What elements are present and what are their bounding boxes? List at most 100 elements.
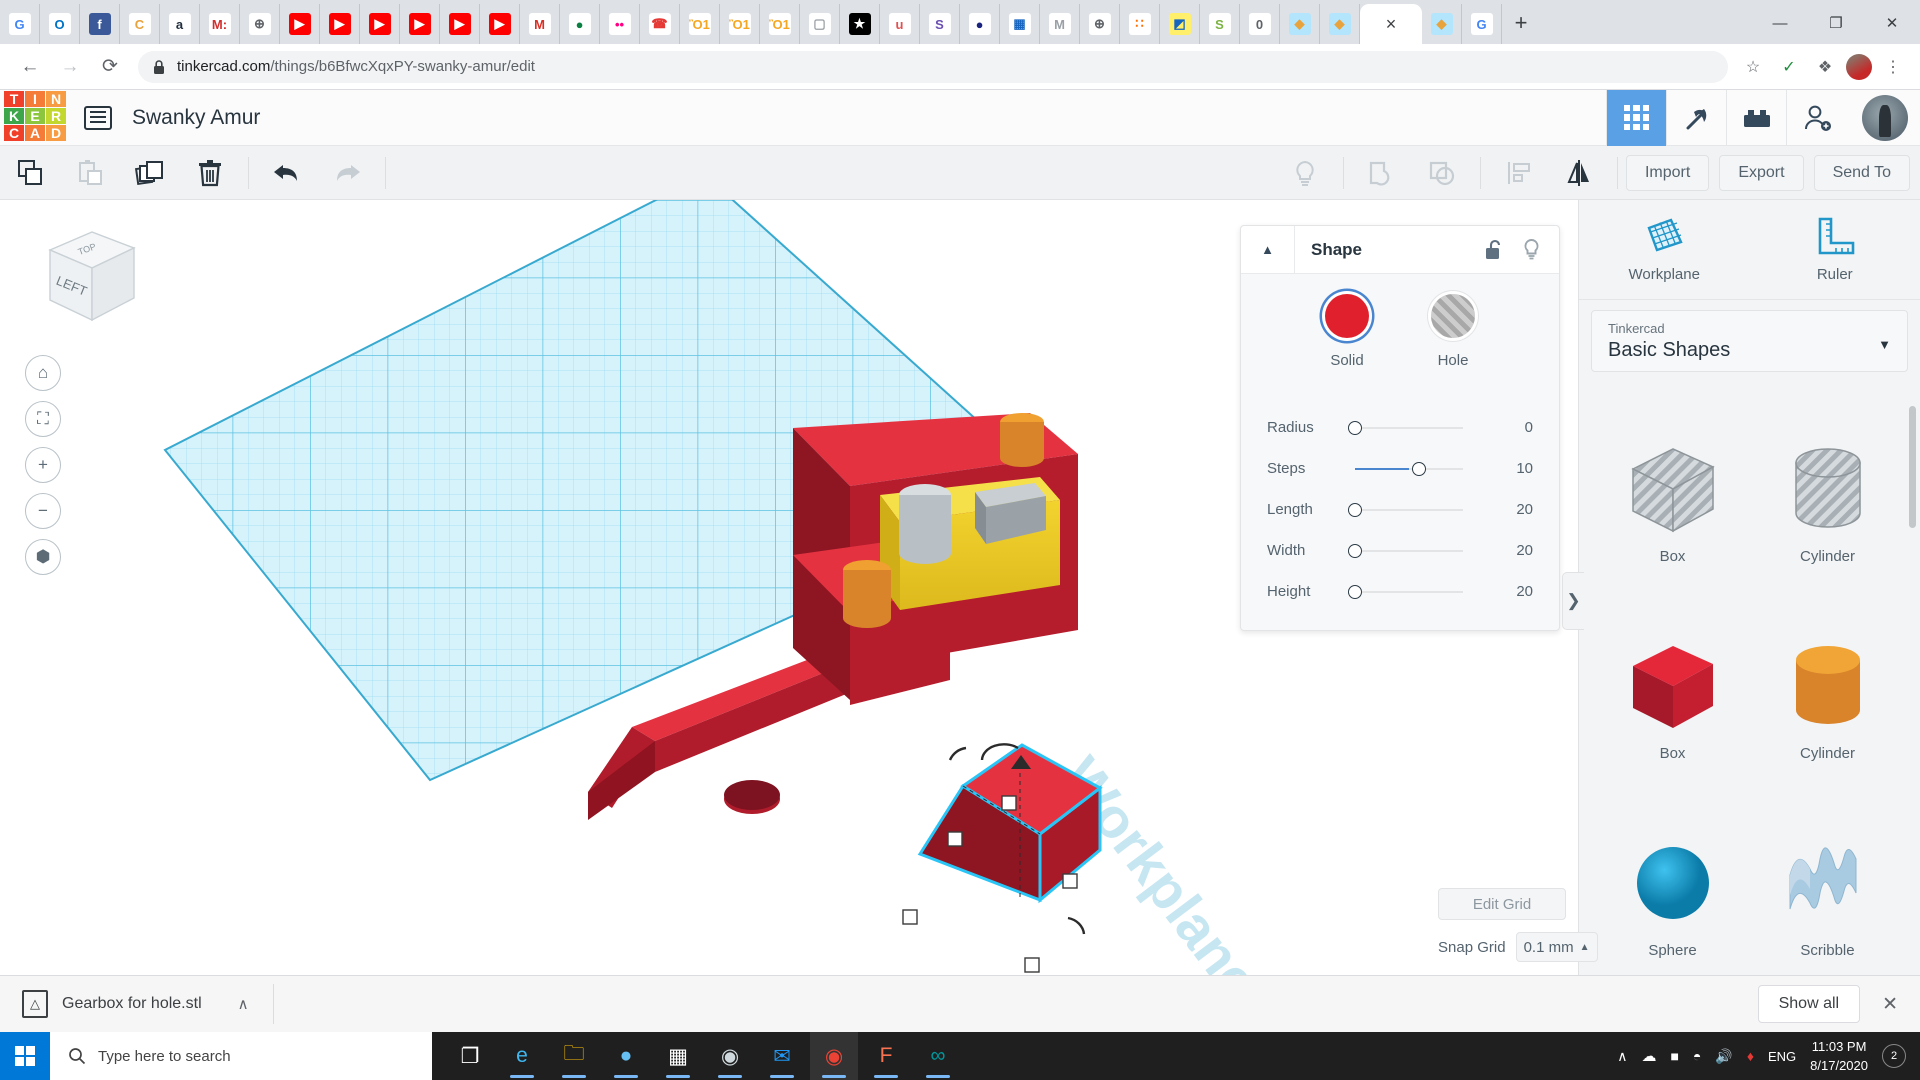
align-button[interactable]: [1489, 146, 1549, 200]
collapse-panel-button[interactable]: ▲: [1241, 226, 1295, 274]
slider-knob[interactable]: [1348, 421, 1362, 435]
library-shape-hole-cylinder[interactable]: Cylinder: [1750, 404, 1905, 601]
outlook-tab[interactable]: O: [40, 4, 80, 44]
dashboard-grid-button[interactable]: [1606, 90, 1666, 146]
invite-people-button[interactable]: [1786, 90, 1846, 146]
globe-tab[interactable]: ⊕: [240, 4, 280, 44]
task-view-button[interactable]: ❐: [446, 1032, 494, 1080]
ortho-perspective-button[interactable]: ⬢: [25, 539, 61, 575]
zero-tab[interactable]: 0: [1240, 4, 1280, 44]
orange-dots-tab[interactable]: ∷: [1120, 4, 1160, 44]
library-shape-scribble[interactable]: Scribble: [1750, 798, 1905, 975]
shape-collection-dropdown[interactable]: Tinkercad Basic Shapes ▼: [1591, 310, 1908, 372]
hole-mode-option[interactable]: Hole: [1431, 294, 1475, 369]
star-tab[interactable]: ★: [840, 4, 880, 44]
library-shape-hole-box[interactable]: Box: [1595, 404, 1750, 601]
codeblocks-button[interactable]: [1666, 90, 1726, 146]
design-title[interactable]: Swanky Amur: [132, 106, 260, 130]
volume-icon[interactable]: 🔊: [1715, 1048, 1732, 1065]
dropbox-icon[interactable]: ♦: [1747, 1048, 1754, 1064]
tray-overflow-icon[interactable]: ∧: [1617, 1048, 1627, 1065]
phone-app-tab[interactable]: ☎: [640, 4, 680, 44]
zoom-in-button[interactable]: +: [25, 447, 61, 483]
chevron-down-icon[interactable]: ▼: [1878, 337, 1891, 352]
library-collapse-toggle[interactable]: ❯: [1562, 572, 1584, 630]
amazon-tab[interactable]: a: [160, 4, 200, 44]
onedrive-icon[interactable]: ☁: [1641, 1047, 1656, 1065]
taskbar-search[interactable]: Type here to search: [50, 1032, 432, 1080]
edit-grid-button[interactable]: Edit Grid: [1438, 888, 1566, 920]
show-all-downloads-button[interactable]: Show all: [1758, 985, 1860, 1023]
m-tab[interactable]: M:: [200, 4, 240, 44]
paste-button[interactable]: [60, 146, 120, 200]
import-button[interactable]: Import: [1626, 155, 1709, 191]
property-value-length[interactable]: 20: [1485, 501, 1533, 518]
arduino-app[interactable]: ∞: [914, 1032, 962, 1080]
graduation-tab[interactable]: ●: [960, 4, 1000, 44]
library-shape-solid-sphere[interactable]: Sphere: [1595, 798, 1750, 975]
back-button[interactable]: ←: [12, 49, 48, 85]
design-list-icon[interactable]: [84, 106, 112, 130]
device-tab[interactable]: ▢: [800, 4, 840, 44]
forward-button[interactable]: →: [52, 49, 88, 85]
language-indicator[interactable]: ENG: [1768, 1049, 1796, 1064]
s-box-tab[interactable]: S: [920, 4, 960, 44]
youtube-tab-3[interactable]: ▶: [360, 4, 400, 44]
send-to-button[interactable]: Send To: [1814, 155, 1910, 191]
slider-length[interactable]: [1345, 500, 1485, 520]
bulb-icon[interactable]: [1522, 238, 1541, 261]
extensions-puzzle-icon[interactable]: ❖: [1810, 52, 1840, 82]
unlock-icon[interactable]: [1484, 239, 1504, 261]
background-assembly[interactable]: [793, 413, 1078, 705]
bookmark-star-icon[interactable]: ☆: [1738, 52, 1768, 82]
delete-button[interactable]: [180, 146, 240, 200]
store-app[interactable]: ▦: [654, 1032, 702, 1080]
zoom-out-button[interactable]: −: [25, 493, 61, 529]
yellow-map-tab[interactable]: ◩: [1160, 4, 1200, 44]
property-value-width[interactable]: 20: [1485, 542, 1533, 559]
google-translate-tab[interactable]: G: [0, 4, 40, 44]
google-tab-last[interactable]: G: [1462, 4, 1502, 44]
download-menu-icon[interactable]: ∧: [238, 995, 249, 1013]
tinkercad-tab-next[interactable]: ◆: [1422, 4, 1462, 44]
close-tab-icon[interactable]: ×: [1386, 15, 1397, 33]
u-script-tab[interactable]: u: [880, 4, 920, 44]
property-value-radius[interactable]: 0: [1485, 419, 1533, 436]
extension-check-icon[interactable]: ✓: [1774, 52, 1804, 82]
light-button[interactable]: [1275, 146, 1335, 200]
library-shape-solid-cylinder[interactable]: Cylinder: [1750, 601, 1905, 798]
ungroup-button[interactable]: [1412, 146, 1472, 200]
export-button[interactable]: Export: [1719, 155, 1803, 191]
battery-icon[interactable]: ■: [1670, 1048, 1678, 1064]
file-explorer-app[interactable]: 🗀: [550, 1032, 598, 1080]
address-bar[interactable]: tinkercad.com/things/b6BfwcXqxPY-swanky-…: [138, 51, 1728, 83]
fit-view-button[interactable]: ⛶: [25, 401, 61, 437]
font-app[interactable]: F: [862, 1032, 910, 1080]
facebook-tab[interactable]: f: [80, 4, 120, 44]
copy-button[interactable]: [0, 146, 60, 200]
home-view-button[interactable]: ⌂: [25, 355, 61, 391]
steam-app[interactable]: ●: [602, 1032, 650, 1080]
chrome-menu-icon[interactable]: ⋮: [1878, 52, 1908, 82]
ruler-tool[interactable]: Ruler: [1750, 200, 1920, 299]
view-cube[interactable]: TOP LEFT: [22, 220, 152, 335]
maximize-button[interactable]: ❐: [1808, 4, 1864, 42]
group-button[interactable]: [1352, 146, 1412, 200]
slider-height[interactable]: [1345, 582, 1485, 602]
slider-knob[interactable]: [1348, 503, 1362, 517]
mirror-button[interactable]: [1549, 146, 1609, 200]
wifi-icon[interactable]: ◓: [1693, 1048, 1701, 1064]
user-avatar[interactable]: [1862, 95, 1908, 141]
tinkercad-tab-2[interactable]: ◆: [1320, 4, 1360, 44]
youtube-tab-4[interactable]: ▶: [400, 4, 440, 44]
mail-app[interactable]: ✉: [758, 1032, 806, 1080]
youtube-tab-1[interactable]: ▶: [280, 4, 320, 44]
undo-button[interactable]: [257, 146, 317, 200]
library-shape-solid-box[interactable]: Box: [1595, 601, 1750, 798]
bulb-tab-2[interactable]: Ὂ1: [720, 4, 760, 44]
tinkercad-tab-1[interactable]: ◆: [1280, 4, 1320, 44]
gmail-tab[interactable]: M: [520, 4, 560, 44]
close-window-button[interactable]: ✕: [1864, 4, 1920, 42]
snap-grid-select[interactable]: 0.1 mm ▲: [1516, 932, 1598, 962]
alienware-app[interactable]: ◉: [706, 1032, 754, 1080]
